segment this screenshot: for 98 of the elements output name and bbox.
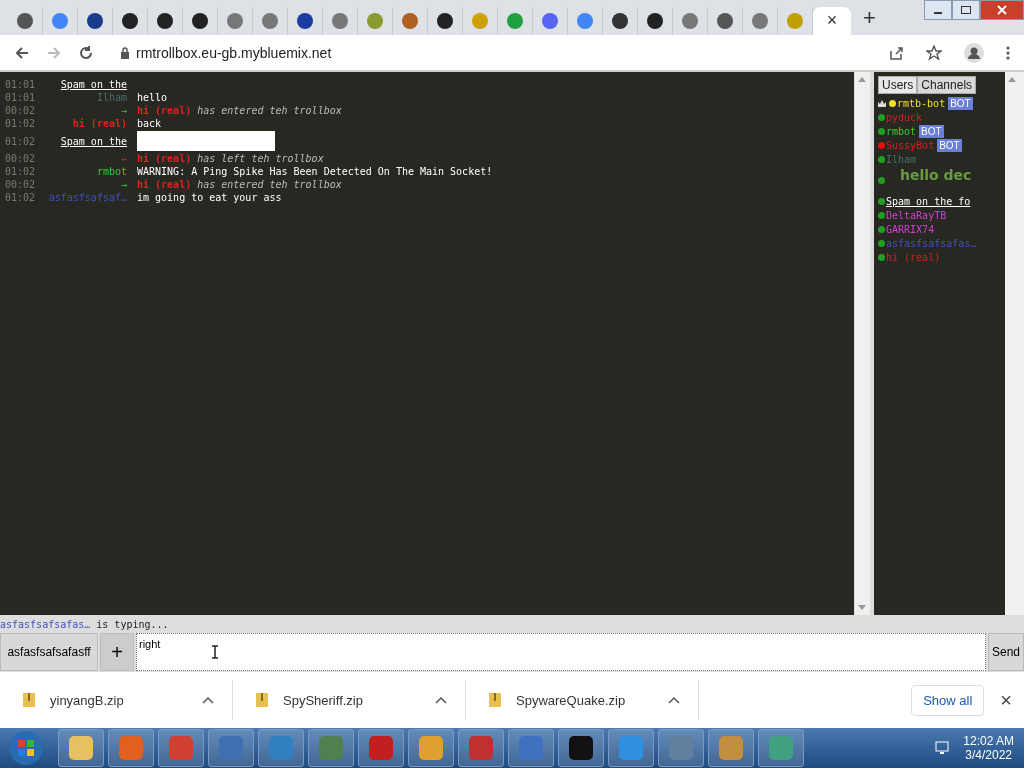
- site-icon: [507, 12, 523, 29]
- user-name[interactable]: rmtb-bot: [897, 97, 946, 109]
- maximize-button[interactable]: [952, 0, 980, 20]
- message-text: back: [137, 118, 162, 129]
- site-icon: [787, 12, 803, 29]
- typing-status: is typing...: [96, 618, 169, 630]
- arrow-icon: →: [120, 179, 127, 190]
- message-time: 00:02: [4, 179, 37, 190]
- bot-badge: BOT: [919, 124, 944, 138]
- site-icon: [717, 12, 733, 29]
- message-time: 01:02: [4, 192, 37, 203]
- bot-badge: BOT: [937, 138, 962, 152]
- site-icon: [332, 12, 348, 29]
- site-icon: [87, 12, 103, 29]
- zip-file-icon: [22, 692, 36, 708]
- user-name[interactable]: GARRIX74: [886, 223, 935, 235]
- profile-icon[interactable]: [964, 42, 984, 63]
- site-icon: [542, 12, 558, 29]
- nickname-button[interactable]: asfasfsafsafasff: [0, 633, 98, 671]
- site-icon: [52, 12, 68, 29]
- site-icon: [752, 12, 768, 29]
- close-icon[interactable]: ×: [826, 10, 838, 31]
- start-button[interactable]: [6, 728, 46, 768]
- system-message: hi (real) has left teh trollbox: [137, 153, 324, 164]
- taskbar-button[interactable]: [58, 729, 104, 767]
- clock-date[interactable]: 3/4/2022: [965, 748, 1012, 762]
- site-icon: [157, 12, 173, 29]
- scrollbar[interactable]: [1005, 72, 1024, 615]
- star-icon[interactable]: [926, 44, 942, 61]
- arrow-icon: ←: [120, 153, 127, 164]
- message-time: 01:02: [4, 135, 37, 147]
- site-icon: [227, 12, 243, 29]
- typing-user: asfasfsafsafas…: [0, 618, 91, 630]
- sidebar-tab[interactable]: Users: [878, 76, 918, 94]
- add-button[interactable]: +: [100, 633, 134, 671]
- show-all-button[interactable]: Show all: [911, 684, 985, 716]
- user-name[interactable]: Spam on the: [60, 79, 127, 90]
- message-text: hello: [137, 92, 168, 103]
- send-button[interactable]: Send: [988, 633, 1024, 671]
- site-icon: [472, 12, 488, 29]
- message-text: WARNING: A Ping Spike Has Been Detected On The Main Socket!: [137, 166, 493, 177]
- user-name[interactable]: DeltaRayTB: [886, 209, 947, 221]
- taskbar-button[interactable]: [558, 729, 604, 767]
- bot-badge: BOT: [948, 96, 973, 110]
- scrollbar[interactable]: [854, 72, 870, 615]
- address-field[interactable]: rmtrollbox.eu-gb.mybluemix.net: [136, 44, 332, 61]
- minimize-button[interactable]: [924, 0, 952, 20]
- message-time: 00:02: [4, 105, 37, 116]
- message-time: 01:02: [4, 118, 37, 129]
- message-field[interactable]: right: [136, 633, 986, 671]
- system-message: hi (real) has entered teh trollbox: [137, 179, 342, 190]
- download-name[interactable]: SpySheriff.zip: [283, 692, 363, 708]
- site-icon: [122, 12, 138, 29]
- text-cursor-icon: [211, 645, 219, 659]
- close-button[interactable]: [980, 0, 1024, 20]
- site-icon: [297, 12, 313, 29]
- site-icon: [682, 12, 698, 29]
- sidebar-tab[interactable]: Channels: [917, 76, 977, 94]
- message-time: 00:02: [4, 153, 37, 164]
- user-name[interactable]: rmbot: [96, 166, 127, 177]
- forward-icon[interactable]: [46, 44, 62, 61]
- clock-time[interactable]: 12:02 AM: [963, 734, 1014, 748]
- message-time: 01:02: [4, 166, 37, 177]
- close-icon[interactable]: [997, 5, 1007, 15]
- caret-icon[interactable]: [435, 696, 447, 704]
- site-icon: [577, 12, 593, 29]
- user-name[interactable]: hello dec: [900, 167, 972, 183]
- message-time: 01:01: [4, 92, 37, 103]
- reload-icon[interactable]: [78, 44, 94, 61]
- site-icon: [647, 12, 663, 29]
- user-name[interactable]: Spam on the: [60, 135, 127, 147]
- browser-tab[interactable]: ×: [813, 6, 851, 35]
- zip-file-icon: [255, 692, 269, 708]
- network-icon[interactable]: [935, 741, 950, 755]
- download-name[interactable]: yinyangB.zip: [50, 692, 124, 708]
- user-name[interactable]: rmbot: [886, 125, 917, 137]
- user-name[interactable]: Spam on the fo: [886, 195, 971, 207]
- message-time: 01:01: [4, 79, 37, 90]
- site-icon: [612, 12, 628, 29]
- close-icon[interactable]: ×: [1000, 688, 1012, 712]
- site-icon: [17, 12, 33, 29]
- caret-icon[interactable]: [668, 696, 680, 704]
- site-icon: [402, 12, 418, 29]
- message-text: im going to eat your ass: [137, 192, 282, 203]
- site-icon: [192, 12, 208, 29]
- menu-icon[interactable]: [1006, 45, 1010, 60]
- download-name[interactable]: SpywareQuake.zip: [516, 692, 626, 708]
- lock-icon: [120, 46, 130, 59]
- new-tab-button[interactable]: +: [859, 4, 880, 31]
- site-icon: [262, 12, 278, 29]
- caret-icon[interactable]: [202, 696, 214, 704]
- share-icon[interactable]: [888, 44, 904, 61]
- zip-file-icon: [488, 692, 502, 708]
- back-icon[interactable]: [14, 44, 30, 61]
- site-icon: [437, 12, 453, 29]
- system-message: hi (real) has entered teh trollbox: [137, 105, 342, 116]
- arrow-icon: →: [120, 105, 127, 116]
- site-icon: [367, 12, 383, 29]
